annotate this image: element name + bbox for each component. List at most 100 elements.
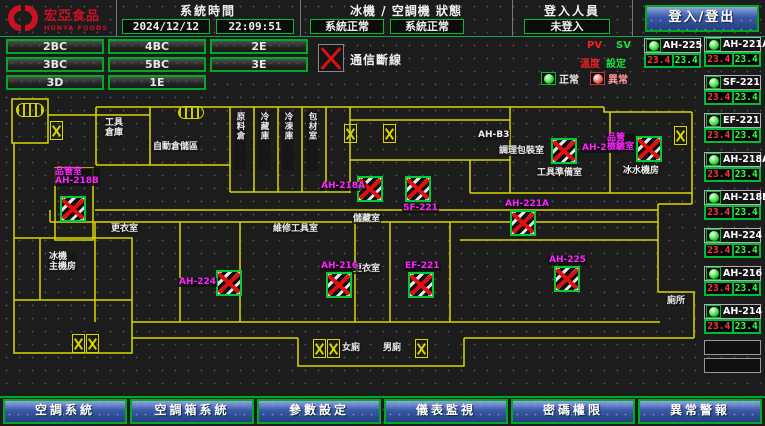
hunya-logo-icon [6, 4, 40, 32]
unit-values-ah-216: 23.423.4 [704, 281, 761, 296]
unit-name: AH-218A [723, 154, 765, 165]
unit-name: EF-221 [723, 115, 759, 126]
map-equipment-label-ah-218b: 品管室 AH-218B [54, 168, 100, 186]
chiller-status-value: 系統正常 [310, 19, 384, 34]
sidebar-unit-ah-216[interactable]: AH-216 [704, 266, 761, 281]
unit-pv-value: 23.4 [705, 320, 733, 333]
abnormal-led-icon [590, 72, 605, 85]
unit-name: AH-221A [723, 39, 765, 50]
unit-values-sf-221: 23.423.4 [704, 90, 761, 105]
floor-button-5bc[interactable]: 5BC [108, 57, 206, 72]
room-label: 維修工具室 [272, 224, 319, 234]
map-equipment-ah-214[interactable] [551, 138, 577, 164]
unit-values-ef-221: 23.423.4 [704, 128, 761, 143]
floor-button-3e[interactable]: 3E [210, 57, 308, 72]
map-equipment-label-ah-224: AH-224 [178, 278, 217, 287]
room-label-vertical: 冷凍庫 [282, 112, 294, 170]
legend-abnormal: 異常 [590, 71, 628, 86]
nav-button--[interactable]: 密碼權限 [511, 399, 635, 424]
unit-status-led-icon [706, 267, 721, 280]
temp-header: 溫度 [580, 55, 600, 70]
sidebar-unit-ah-218b[interactable]: AH-218B [704, 190, 761, 205]
shaft-x-icon [383, 124, 396, 143]
shaft-x-icon [674, 126, 687, 145]
shaft-x-icon [344, 124, 357, 143]
room-label: AH-B3 [477, 130, 510, 140]
map-equipment-ah-224[interactable] [216, 270, 242, 296]
unit-values-ah-218b: 23.423.4 [704, 205, 761, 220]
sidebar-unit-ah-221a[interactable]: AH-221A [704, 37, 761, 52]
shaft-x-icon [50, 121, 63, 140]
unit-status-led-icon [706, 305, 721, 318]
map-equipment-sf-221[interactable] [405, 176, 431, 202]
empty-monitor-slot [704, 340, 761, 355]
map-equipment-ah-225[interactable] [554, 266, 580, 292]
room-label: 廁所 [666, 296, 686, 306]
unit-name: AH-214 [723, 306, 762, 317]
nav-button--[interactable]: 參數設定 [257, 399, 381, 424]
map-equipment-ah-218b[interactable] [60, 196, 86, 222]
map-equipment-ah-216[interactable] [326, 272, 352, 298]
unit-name: AH-218B [723, 192, 765, 203]
unit-name: AH-225 [663, 40, 702, 51]
unit-sv-value: 23.4 [733, 168, 761, 181]
top-bar: 宏亞食品 HUNYA FOODS 系統時間 2024/12/12 22:09:5… [0, 0, 765, 37]
nav-button--[interactable]: 空調系統 [3, 399, 127, 424]
brand-name: 宏亞食品 [44, 5, 108, 24]
system-date-value: 2024/12/12 [122, 19, 210, 34]
sidebar-unit-ah-225[interactable]: AH-225 [644, 38, 701, 53]
floor-button-4bc[interactable]: 4BC [108, 39, 206, 54]
sidebar-unit-ah-224[interactable]: AH-224 [704, 228, 761, 243]
unit-pv-value: 23.4 [645, 54, 673, 67]
sv-header: SV [616, 40, 631, 51]
room-label: 工具 倉庫 [104, 118, 124, 138]
pv-header: PV [587, 40, 602, 51]
room-label-vertical: 冷藏庫 [258, 112, 270, 170]
nav-button--[interactable]: 空調箱系統 [130, 399, 254, 424]
unit-values-ah-214: 23.423.4 [704, 319, 761, 334]
nav-button--[interactable]: 異常警報 [638, 399, 762, 424]
set-header: 設定 [606, 55, 626, 70]
map-equipment-qc-room[interactable] [636, 136, 662, 162]
sidebar-unit-ef-221[interactable]: EF-221 [704, 113, 761, 128]
unit-status-led-icon [706, 229, 721, 242]
legend-normal: 正常 [541, 71, 579, 86]
sidebar-unit-ah-218a[interactable]: AH-218A [704, 152, 761, 167]
unit-pv-value: 23.4 [705, 91, 733, 104]
sidebar-unit-sf-221[interactable]: SF-221 [704, 75, 761, 90]
room-label: 自動倉儲區 [152, 142, 199, 152]
map-equipment-label-ah-225: AH-225 [548, 256, 587, 265]
empty-monitor-slot [704, 358, 761, 373]
unit-pv-value: 23.4 [705, 168, 733, 181]
normal-led-icon [541, 72, 556, 85]
map-equipment-ah-221a[interactable] [510, 210, 536, 236]
bottom-bar: 空調系統空調箱系統參數設定儀表監視密碼權限異常警報 [3, 399, 762, 424]
room-label: 冰機 主機房 [48, 252, 77, 272]
floor-button-3bc[interactable]: 3BC [6, 57, 104, 72]
floor-button-2e[interactable]: 2E [210, 39, 308, 54]
floor-button-2bc[interactable]: 2BC [6, 39, 104, 54]
nav-button--[interactable]: 儀表監視 [384, 399, 508, 424]
hmi-screen: 工具 倉庫自動倉儲區AH-B3調理包裝室工具準備室冰水機房維修工具室更衣室儲藏室… [0, 0, 765, 426]
shaft-x-icon [313, 339, 326, 358]
unit-pv-value: 23.4 [705, 282, 733, 295]
map-equipment-label-ah-216: AH-216 [320, 262, 359, 271]
unit-status-led-icon [646, 39, 661, 52]
comm-offline-label: 通信斷線 [350, 51, 402, 68]
map-equipment-ef-221[interactable] [408, 272, 434, 298]
brand-logo: 宏亞食品 HUNYA FOODS [6, 4, 108, 32]
floor-button-1e[interactable]: 1E [108, 75, 206, 90]
unit-sv-value: 23.4 [733, 320, 761, 333]
room-label-vertical: 原料倉 [234, 112, 246, 170]
login-logout-button[interactable]: 登入/登出 [645, 5, 759, 32]
shaft-x-icon [415, 339, 428, 358]
floor-button-3d[interactable]: 3D [6, 75, 104, 90]
shaft-x-icon [86, 334, 99, 353]
unit-sv-value: 23.4 [733, 244, 761, 257]
unit-pv-value: 23.4 [705, 53, 733, 66]
sidebar-unit-ah-214[interactable]: AH-214 [704, 304, 761, 319]
unit-pv-value: 23.4 [705, 129, 733, 142]
login-user-value: 未登入 [524, 19, 610, 34]
unit-values-ah-218a: 23.423.4 [704, 167, 761, 182]
system-time-label: 系統時間 [120, 2, 296, 19]
